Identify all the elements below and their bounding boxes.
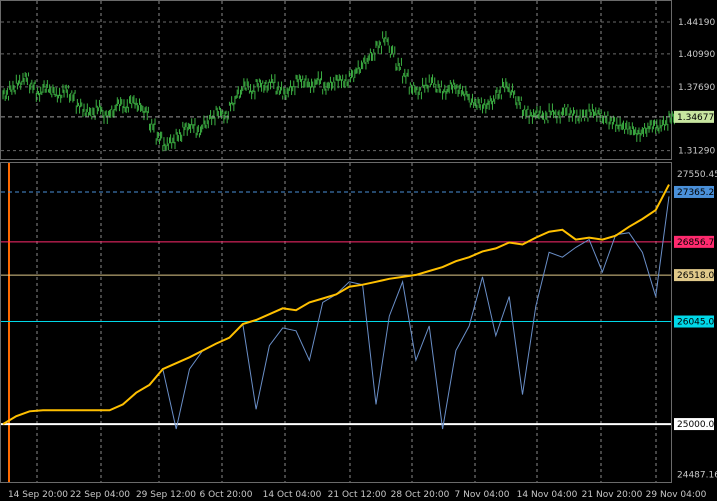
time-axis-tick-label: 14 Nov 04:00 <box>517 490 578 500</box>
bottom-panel-price-axis: 27365.2 26856.7 26518.0 26045.0 25000.0 27550… <box>674 170 717 480</box>
trading-chart: 1.44190 1.40990 1.37690 1.31290 1.34677 2736… <box>0 0 717 500</box>
current-price-label: 1.34677 <box>677 113 714 123</box>
level-label: 27365.2 <box>677 188 714 198</box>
bottom-axis-tick-label: 27550.45 <box>677 170 717 180</box>
bottom-panel-series <box>2 184 670 430</box>
time-axis-tick-label: 14 Oct 04:00 <box>263 490 322 500</box>
time-axis-tick-label: 21 Nov 20:00 <box>582 490 643 500</box>
top-axis-tick-label: 1.31290 <box>678 147 715 157</box>
bottom-panel: 27365.2 26856.7 26518.0 26045.0 25000.0 27550… <box>0 162 717 483</box>
series-line <box>2 196 670 430</box>
top-panel: 1.44190 1.40990 1.37690 1.31290 1.34677 <box>0 0 715 160</box>
bottom-panel-grid <box>36 163 657 482</box>
time-axis: 14 Sep 20:00 22 Sep 04:00 29 Sep 12:00 6 Oc… <box>8 490 707 500</box>
top-panel-bars <box>1 31 675 152</box>
time-axis-tick-label: 21 Oct 12:00 <box>328 490 387 500</box>
level-label: 26856.7 <box>677 238 714 248</box>
time-axis-tick-label: 14 Sep 20:00 <box>8 490 68 500</box>
time-axis-tick-label: 29 Nov 04:00 <box>646 490 707 500</box>
time-axis-tick-label: 22 Sep 04:00 <box>70 490 130 500</box>
time-axis-tick-label: 7 Nov 04:00 <box>455 490 510 500</box>
time-axis-tick-label: 6 Oct 20:00 <box>200 490 253 500</box>
top-axis-tick-label: 1.37690 <box>678 83 715 93</box>
top-axis-tick-label: 1.44190 <box>678 18 715 28</box>
time-axis-tick-label: 28 Oct 20:00 <box>391 490 450 500</box>
level-label: 26518.0 <box>677 271 714 281</box>
time-axis-tick-label: 29 Sep 12:00 <box>136 490 196 500</box>
level-label: 26045.0 <box>677 318 714 328</box>
series-line <box>2 184 670 425</box>
level-label: 25000.0 <box>677 420 714 430</box>
top-panel-price-axis: 1.44190 1.40990 1.37690 1.31290 1.34677 <box>674 18 715 157</box>
top-axis-tick-label: 1.40990 <box>678 50 715 60</box>
bottom-axis-tick-label: 24487.16 <box>677 470 717 480</box>
